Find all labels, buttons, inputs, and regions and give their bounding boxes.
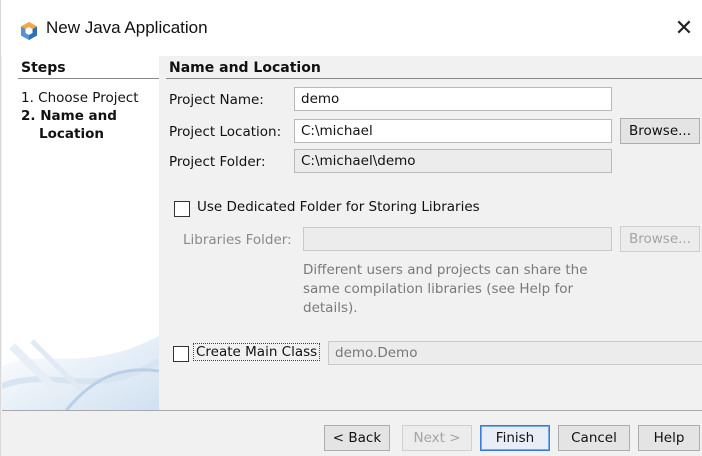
close-icon[interactable]: ✕ (671, 16, 697, 42)
section-header: Name and Location (169, 60, 321, 76)
project-location-input[interactable]: C:\michael (294, 119, 612, 143)
dedicated-folder-label[interactable]: Use Dedicated Folder for Storing Librari… (197, 199, 480, 215)
finish-button[interactable]: Finish (480, 425, 550, 451)
sidebar-decoration-graphic (2, 336, 159, 410)
dedicated-folder-checkbox[interactable] (174, 201, 190, 217)
libraries-folder-label: Libraries Folder: (183, 232, 292, 248)
project-location-browse-button[interactable]: Browse... (620, 118, 700, 144)
step-name-and-location-continued: Location (39, 126, 104, 142)
steps-sidebar: Steps 1. Choose Project 2. Name and Loca… (2, 56, 159, 410)
section-divider (166, 78, 702, 79)
project-name-label: Project Name: (169, 92, 264, 108)
create-main-class-checkbox[interactable] (173, 346, 189, 362)
libraries-help-text: Different users and projects can share t… (303, 262, 588, 316)
step-name-and-location: 2. Name and (21, 108, 117, 124)
footer-bar: < Back Next > Finish Cancel Help (2, 411, 702, 456)
libraries-browse-button: Browse... (620, 226, 700, 252)
project-folder-label: Project Folder: (169, 154, 266, 170)
dialog-window: New Java Application ✕ Steps 1. Choose P… (0, 0, 702, 456)
main-panel: Name and Location Project Name: demo Pro… (159, 56, 702, 410)
cancel-button[interactable]: Cancel (558, 425, 630, 451)
netbeans-project-icon (21, 22, 37, 40)
project-name-input[interactable]: demo (294, 87, 612, 111)
steps-divider (18, 78, 159, 79)
window-title: New Java Application (46, 18, 208, 37)
title-bar: New Java Application ✕ (1, 0, 702, 56)
main-class-name-field: demo.Demo (328, 341, 702, 365)
project-location-label: Project Location: (169, 124, 282, 140)
project-folder-field: C:\michael\demo (294, 149, 612, 173)
create-main-class-label[interactable]: Create Main Class (193, 343, 321, 361)
next-button: Next > (402, 425, 472, 451)
back-button[interactable]: < Back (324, 425, 390, 451)
steps-header: Steps (21, 60, 66, 76)
libraries-folder-input (303, 227, 612, 251)
step-choose-project: 1. Choose Project (21, 90, 139, 106)
help-button[interactable]: Help (638, 425, 700, 451)
